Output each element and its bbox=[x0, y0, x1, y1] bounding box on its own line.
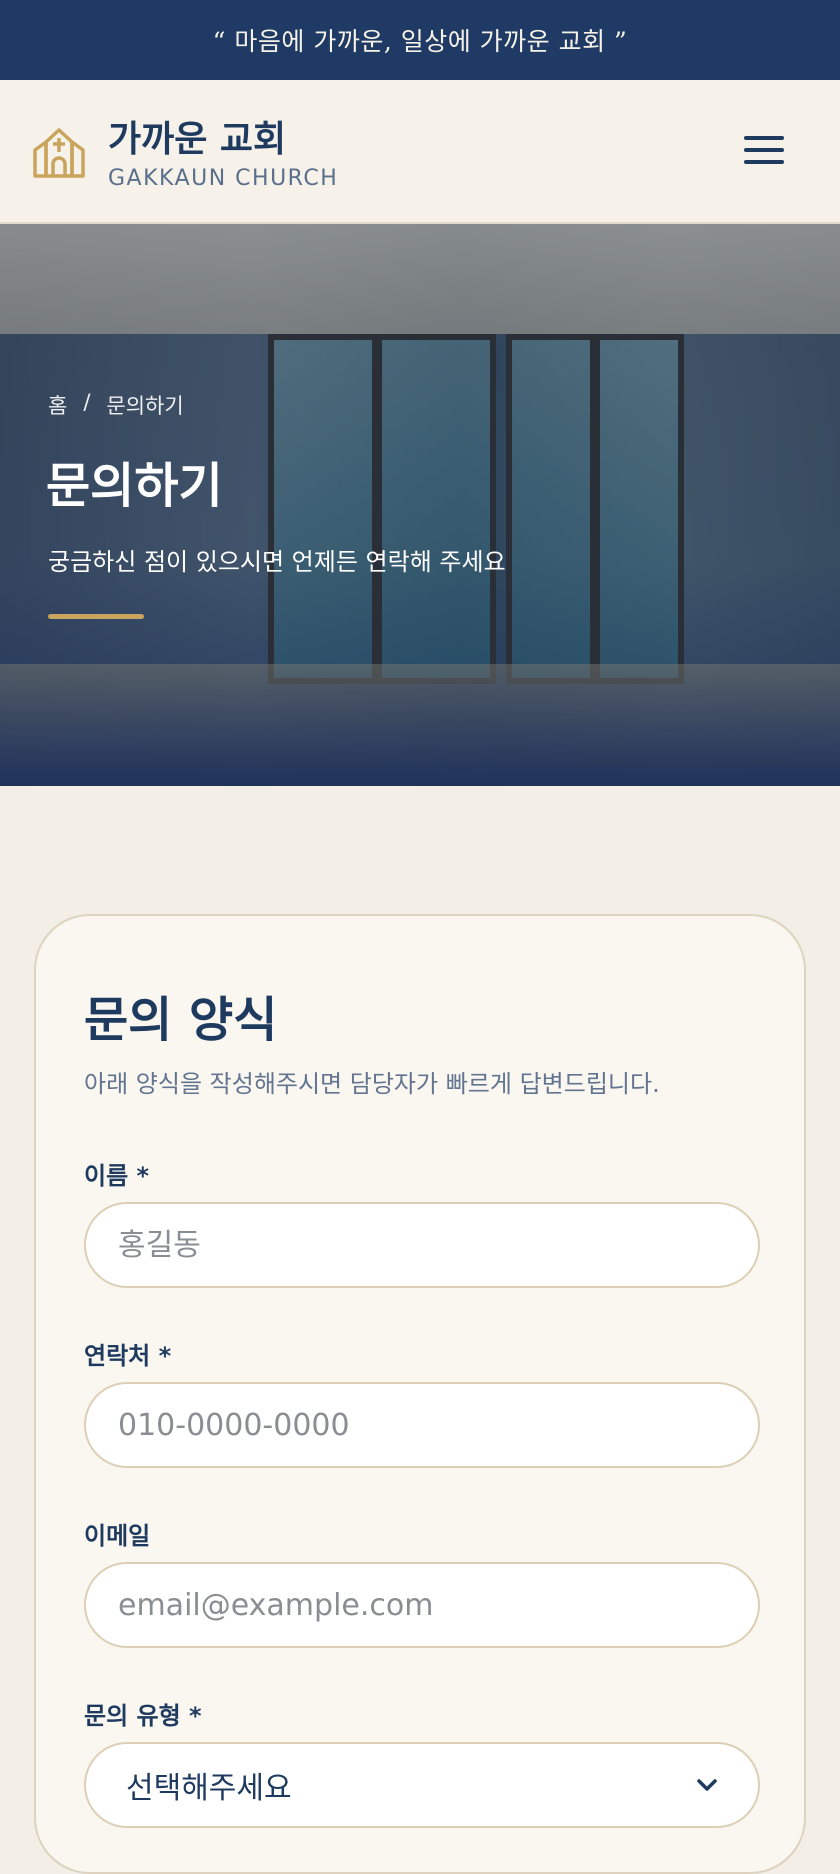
form-description: 아래 양식을 작성해주시면 담당자가 빠르게 답변드립니다. bbox=[84, 1070, 660, 1098]
hero-background-door bbox=[268, 334, 378, 684]
breadcrumb: 홈 / 문의하기 bbox=[48, 390, 184, 420]
phone-label: 연락처 * bbox=[84, 1342, 172, 1370]
menu-line bbox=[744, 160, 784, 164]
name-label: 이름 * bbox=[84, 1162, 150, 1190]
menu-line bbox=[744, 148, 784, 152]
inquiry-type-selected: 선택해주세요 bbox=[126, 1771, 292, 1806]
hero-background-door bbox=[506, 334, 596, 684]
church-icon[interactable] bbox=[32, 126, 86, 178]
hero-background-ceiling bbox=[0, 224, 840, 334]
brand-name[interactable]: 가까운 교회 bbox=[108, 110, 286, 162]
hero-background-floor bbox=[0, 664, 840, 786]
inquiry-type-label: 문의 유형 * bbox=[84, 1702, 202, 1730]
hero-banner: 홈 / 문의하기 문의하기 궁금하신 점이 있으시면 언제든 연락해 주세요 bbox=[0, 224, 840, 786]
brand-subtitle: GAKKAUN CHURCH bbox=[108, 166, 339, 191]
form-title: 문의 양식 bbox=[84, 992, 278, 1048]
hero-background-door bbox=[376, 334, 496, 684]
title-accent-line bbox=[48, 614, 144, 619]
email-field[interactable] bbox=[84, 1562, 760, 1648]
breadcrumb-separator: / bbox=[83, 390, 91, 414]
breadcrumb-current: 문의하기 bbox=[106, 394, 184, 418]
inquiry-type-select[interactable]: 선택해주세요 bbox=[84, 1742, 760, 1828]
phone-field[interactable] bbox=[84, 1382, 760, 1468]
name-field[interactable] bbox=[84, 1202, 760, 1288]
page-subtitle: 궁금하신 점이 있으시면 언제든 연락해 주세요 bbox=[48, 548, 506, 576]
top-quote-text: “ 마음에 가까운, 일상에 가까운 교회 ” bbox=[212, 27, 628, 56]
menu-line bbox=[744, 136, 784, 140]
inquiry-form-card: 문의 양식 아래 양식을 작성해주시면 담당자가 빠르게 답변드립니다. 이름 … bbox=[34, 914, 806, 1874]
top-quote-bar: “ 마음에 가까운, 일상에 가까운 교회 ” bbox=[0, 0, 840, 80]
chevron-down-icon bbox=[697, 1779, 717, 1791]
page-title: 문의하기 bbox=[46, 458, 223, 514]
site-header: 가까운 교회 GAKKAUN CHURCH bbox=[0, 80, 840, 224]
breadcrumb-home[interactable]: 홈 bbox=[48, 390, 67, 420]
hamburger-menu-icon[interactable] bbox=[744, 136, 784, 168]
email-label: 이메일 bbox=[84, 1522, 151, 1550]
hero-background-door bbox=[594, 334, 684, 684]
